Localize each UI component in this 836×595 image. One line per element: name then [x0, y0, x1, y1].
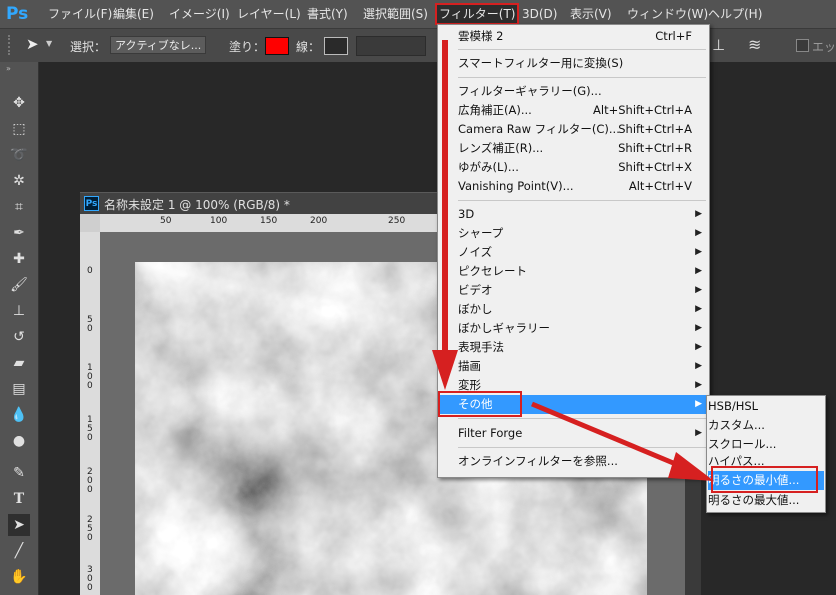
annotation-arrow-right	[531, 401, 691, 473]
annotation-arrowhead	[668, 452, 714, 481]
annotation-arrowhead	[432, 350, 458, 390]
annotation-arrows	[432, 40, 714, 481]
